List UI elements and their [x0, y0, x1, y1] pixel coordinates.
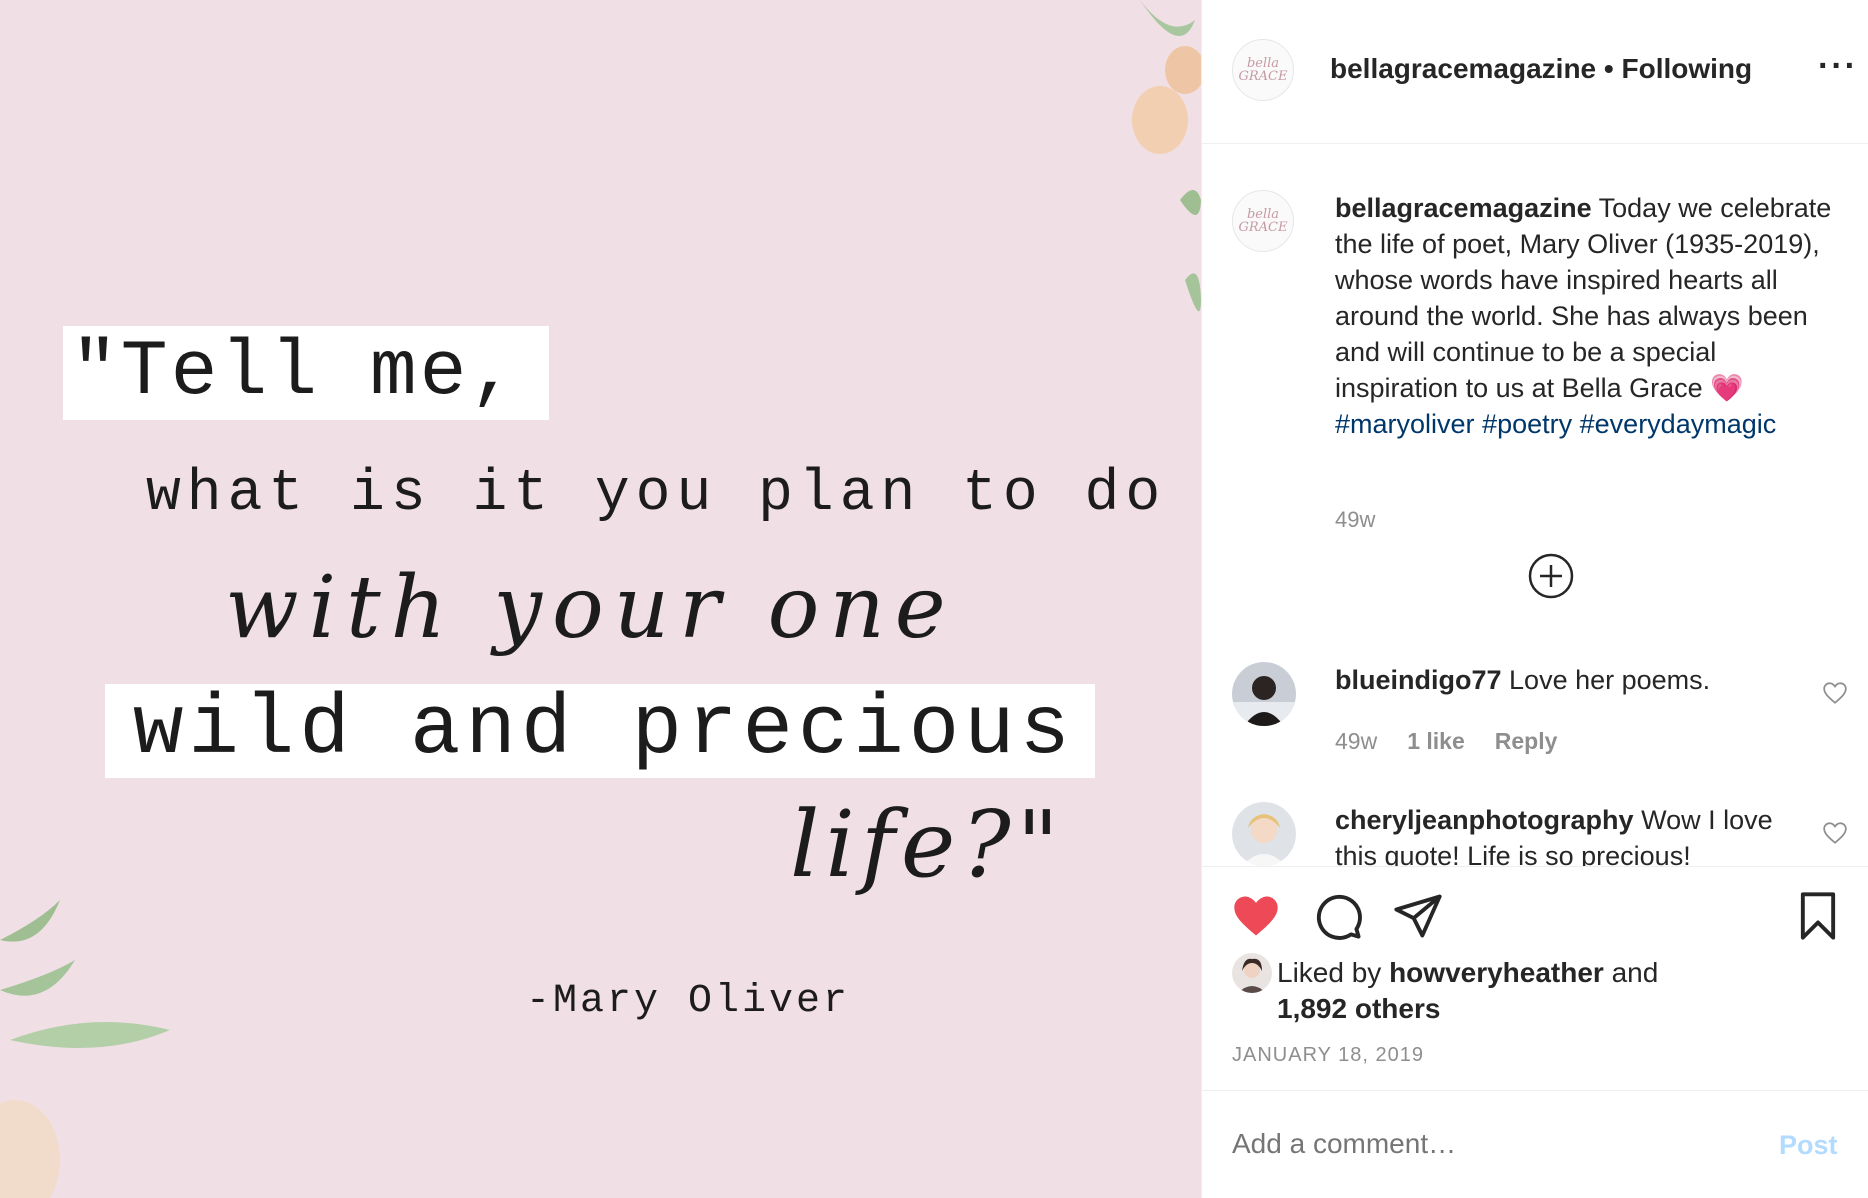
hashtag-link[interactable]: #maryoliver: [1335, 409, 1475, 439]
header-separator: •: [1596, 53, 1622, 84]
quote-line-1: "Tell me,: [63, 326, 550, 420]
follow-status-button[interactable]: Following: [1622, 53, 1753, 84]
comment-timestamp[interactable]: 49w: [1335, 728, 1377, 754]
likes-summary: Liked by howveryheather and 1,892 others: [1277, 955, 1777, 1027]
caption-timestamp[interactable]: 49w: [1335, 507, 1375, 533]
comment: blueindigo77 Love her poems.: [1335, 662, 1805, 698]
floral-decoration-bottom-left: [0, 900, 170, 1198]
likes-prefix: Liked by: [1277, 957, 1390, 988]
floral-decoration-top-right: [1132, 0, 1201, 312]
actions-divider: [1202, 866, 1868, 867]
caption-avatar-logo-text: bella GRACE: [1238, 207, 1288, 235]
likes-middle: and: [1603, 957, 1659, 988]
quote-line-3: with your one: [225, 558, 956, 658]
quote-line-4: wild and precious: [105, 684, 1095, 778]
caption-username[interactable]: bellagracemagazine: [1335, 193, 1592, 223]
add-comment-input[interactable]: [1232, 1128, 1712, 1160]
header-username[interactable]: bellagracemagazine: [1330, 53, 1596, 84]
comment-box-divider: [1202, 1090, 1868, 1091]
pink-heart-emoji: 💗: [1710, 373, 1744, 403]
add-circle-icon[interactable]: [1528, 553, 1574, 599]
comment-username[interactable]: cheryljeanphotography: [1335, 805, 1634, 835]
liker-username[interactable]: howveryheather: [1389, 957, 1604, 988]
quote-attribution: -Mary Oliver: [526, 979, 851, 1024]
post-image[interactable]: "Tell me, what is it you plan to do with…: [0, 0, 1201, 1198]
comment: cheryljeanphotography Wow I love this qu…: [1335, 802, 1805, 866]
comment-clip: cheryljeanphotography Wow I love this qu…: [1202, 800, 1868, 866]
heart-filled-icon[interactable]: [1230, 890, 1282, 942]
post-button[interactable]: Post: [1779, 1130, 1838, 1161]
header-divider: [1202, 143, 1868, 144]
header-user: bellagracemagazine • Following: [1330, 53, 1752, 85]
heart-small-icon[interactable]: [1822, 820, 1848, 846]
caption-avatar[interactable]: bella GRACE: [1232, 190, 1294, 252]
share-icon[interactable]: [1392, 890, 1444, 942]
heart-small-icon[interactable]: [1822, 680, 1848, 706]
comment-likes[interactable]: 1 like: [1407, 728, 1465, 754]
commenter-avatar[interactable]: [1232, 662, 1296, 726]
liker-avatar[interactable]: [1232, 953, 1272, 993]
comment-meta: 49w 1 like Reply: [1335, 728, 1587, 755]
bookmark-icon[interactable]: [1792, 890, 1844, 942]
caption-text: Today we celebrate the life of poet, Mar…: [1335, 193, 1832, 403]
comment-username[interactable]: blueindigo77: [1335, 665, 1502, 695]
likes-others-link[interactable]: 1,892 others: [1277, 993, 1440, 1024]
comment-icon[interactable]: [1312, 890, 1364, 942]
reply-button[interactable]: Reply: [1495, 728, 1558, 754]
quote-line-2: what is it you plan to do: [146, 462, 1167, 527]
post-caption: bellagracemagazine Today we celebrate th…: [1335, 190, 1845, 442]
hashtag-link[interactable]: #everydaymagic: [1580, 409, 1777, 439]
header-avatar[interactable]: bella GRACE: [1232, 39, 1294, 101]
more-options-icon[interactable]: ···: [1818, 49, 1858, 83]
post-container: "Tell me, what is it you plan to do with…: [0, 0, 1868, 1198]
action-bar: [1202, 880, 1868, 950]
post-sidebar: bella GRACE bellagracemagazine • Followi…: [1201, 0, 1868, 1198]
comment-text: Love her poems.: [1509, 665, 1711, 695]
post-date[interactable]: JANUARY 18, 2019: [1232, 1044, 1424, 1067]
quote-line-5: life?": [790, 791, 1065, 898]
avatar-logo-text: bella GRACE: [1238, 56, 1288, 84]
hashtag-link[interactable]: #poetry: [1482, 409, 1572, 439]
